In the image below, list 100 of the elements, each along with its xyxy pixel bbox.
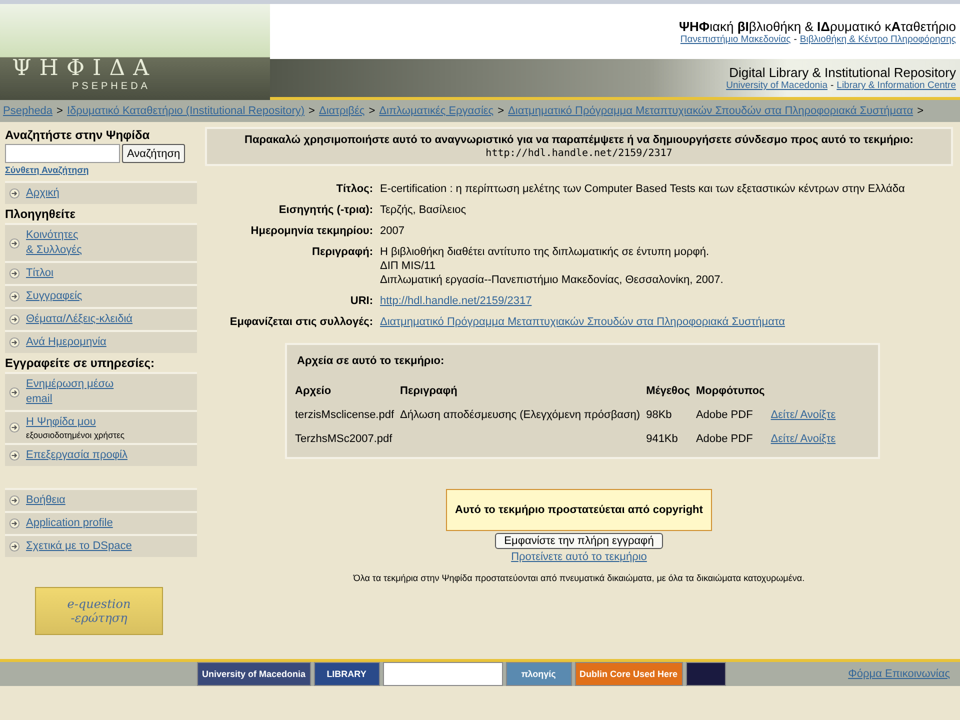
table-cell: Adobe PDF: [696, 433, 771, 457]
sidebar-item[interactable]: Ενημέρωση μέσω email: [5, 372, 197, 410]
sidebar-link[interactable]: Επεξεργασία προφίλ: [26, 448, 128, 463]
header-link[interactable]: University of Macedonia: [726, 80, 828, 91]
arrow-icon: [9, 268, 20, 279]
table-cell: terzisMsclicense.pdf: [295, 409, 400, 433]
partner-logo[interactable]: Dublin Core Used Here: [574, 662, 683, 686]
field-link[interactable]: Διατμηματικό Πρόγραμμα Μεταπτυχιακών Σπουδών στα Πληροφοριακά Συστήματα: [380, 315, 786, 329]
breadcrumb-link[interactable]: Psepheda: [3, 105, 53, 117]
sidebar-item[interactable]: Application profile: [5, 511, 197, 534]
field-value: 2007: [380, 224, 406, 238]
sidebar-link[interactable]: Ανά Ημερομηνία: [26, 335, 106, 350]
sidebar-item[interactable]: Συγγραφείς: [5, 284, 197, 307]
sidebar-heading: Πλοηγηθείτε: [5, 207, 76, 221]
open-link[interactable]: Δείτε/ Ανοίξτε: [770, 433, 836, 445]
partner-logo[interactable]: πλοηγίς: [506, 662, 572, 686]
table-cell: 941Kb: [646, 433, 696, 457]
arrow-icon: [9, 238, 20, 248]
logo-banner[interactable]: ΨΗΦΙΔΑ PSEPHEDA: [0, 4, 270, 100]
site-title: Digital Library & Institutional Repository: [729, 65, 956, 80]
site-title: ΨΗΦιακή βΙβλιοθήκη & ΙΔρυματικό κΑταθετήριο: [678, 18, 956, 34]
breadcrumb-separator: >: [498, 105, 504, 117]
recommend-link[interactable]: Προτείνετε αυτό το τεκμήριο: [511, 551, 647, 563]
sidebar-link[interactable]: Βοήθεια: [26, 493, 66, 508]
table-cell: Adobe PDF: [696, 409, 771, 433]
files-heading: Αρχεία σε αυτό το τεκμήριο:: [297, 355, 446, 367]
partner-logo[interactable]: LIBRARY: [314, 662, 380, 686]
field-link[interactable]: http://hdl.handle.net/2159/2317: [380, 294, 532, 308]
breadcrumb-link[interactable]: Ιδρυματικό Καταθετήριο (Institutional Repository): [66, 105, 305, 117]
table-cell-text: Δήλωση αποδέσμευσης (Ελεγχόμενη πρόσβαση): [400, 409, 642, 423]
arrow-icon: [9, 450, 20, 461]
arrow-icon: [9, 337, 20, 348]
sidebar-item[interactable]: Τίτλοι: [5, 261, 197, 284]
sidebar-link[interactable]: Κοινότητες & Συλλογές: [26, 228, 82, 258]
arrow-icon: [9, 495, 20, 506]
rights-text: Όλα τα τεκμήρια στην Ψηφίδα προστατεύονται από πνευματικά δικαιώματα, με όλα τα δικαιώματα κατοχυρωμένα.: [353, 573, 805, 583]
partner-logo[interactable]: [686, 662, 726, 686]
arrow-icon: [9, 422, 20, 433]
full-record-button[interactable]: Εμφανίστε την πλήρη εγγραφή: [495, 533, 663, 549]
column-header: Μέγεθος: [646, 385, 691, 399]
field-label: URI:: [349, 294, 373, 308]
contact-link[interactable]: Φόρμα Επικοινωνίας: [848, 668, 950, 680]
arrow-icon: [9, 386, 20, 398]
sidebar-item[interactable]: Ανά Ημερομηνία: [5, 330, 197, 353]
arrow-icon: [9, 518, 20, 529]
sidebar-item[interactable]: Κοινότητες & Συλλογές: [5, 223, 197, 261]
table-cell: 98Kb: [646, 409, 696, 433]
sidebar-link[interactable]: Συγγραφείς: [26, 289, 82, 304]
field-value: E-certification : η περίπτωση μελέτης των Computer Based Tests και των εξεταστικών κέντρων στην Ελλάδα: [380, 182, 906, 196]
advanced-search-link[interactable]: Σύνθετη Αναζήτηση: [5, 165, 197, 175]
sidebar-item[interactable]: Επεξεργασία προφίλ: [5, 443, 197, 466]
field-value: Διπλωματική εργασία--Πανεπιστήμιο Μακεδονίας, Θεσσαλονίκη, 2007.: [380, 273, 724, 287]
open-link[interactable]: Δείτε/ Ανοίξτε: [770, 409, 836, 421]
field-value: ΔΙΠ MIS/11: [380, 259, 436, 273]
separator: -: [830, 80, 834, 91]
breadcrumb-separator: >: [917, 105, 924, 117]
arrow-icon: [9, 188, 20, 199]
field-label: Τίτλος:: [335, 182, 373, 196]
copyright-notice: Αυτό το τεκμήριο προστατεύεται από copyright: [446, 489, 712, 531]
handle-text: Παρακαλώ χρησιμοποιήστε αυτό το αναγνωριστικό για να παραπέμψετε ή να δημιουργήσετε σύνδεσμο προς αυτό το τεκμήριο:: [244, 134, 914, 146]
breadcrumb-separator: >: [56, 105, 63, 117]
sidebar-link[interactable]: Τίτλοι: [26, 266, 54, 281]
field-label: Περιγραφή:: [311, 245, 373, 260]
column-header: Μορφότυπος: [696, 385, 766, 399]
sidebar-link[interactable]: Αρχική: [26, 186, 60, 201]
sidebar-item[interactable]: Βοήθεια: [5, 488, 197, 511]
search-button[interactable]: Αναζήτηση: [122, 144, 186, 163]
breadcrumb-link[interactable]: Διατμηματικό Πρόγραμμα Μεταπτυχιακών Σπουδών στα Πληροφοριακά Συστήματα: [508, 105, 914, 117]
table-cell-text: TerzhsMSc2007.pdf: [295, 433, 394, 447]
header-link[interactable]: Library & Information Centre: [836, 80, 956, 91]
column-header: Αρχείο: [295, 385, 332, 399]
sidebar-heading: Εγγραφείτε σε υπηρεσίες:: [5, 356, 156, 370]
sidebar-note: εξουσιοδοτημένοι χρήστες: [26, 430, 124, 440]
sidebar-link[interactable]: Application profile: [26, 516, 113, 531]
breadcrumb-link[interactable]: Διπλωματικές Εργασίες: [379, 105, 494, 117]
sidebar-heading: Αναζητήστε στην Ψηφίδα: [5, 128, 151, 142]
partner-logo[interactable]: [382, 662, 503, 686]
sidebar-link[interactable]: Η Ψηφίδα μου: [26, 415, 124, 430]
arrow-icon: [9, 314, 20, 325]
field-value: Η βιβλιοθήκη διαθέτει αντίτυπο της διπλωματικής σε έντυπη μορφή.: [380, 245, 710, 259]
header-link[interactable]: Πανεπιστήμιο Μακεδονίας: [680, 34, 791, 44]
partner-logo[interactable]: University of Macedonia: [197, 662, 311, 686]
sidebar-item[interactable]: Αρχική: [5, 181, 197, 204]
sidebar-link[interactable]: Θέματα/Λέξεις-κλειδιά: [26, 312, 133, 327]
sidebar-item[interactable]: Η Ψηφίδα μου εξουσιοδοτημένοι χρήστες: [5, 410, 197, 443]
sidebar-link[interactable]: Σχετικά με το DSpace: [26, 539, 132, 554]
breadcrumb-link[interactable]: Διατριβές: [318, 105, 365, 117]
field-value: Τερζής, Βασίλειος: [380, 203, 468, 217]
field-label: Εισηγητής (-τρια):: [278, 203, 373, 217]
sidebar-item[interactable]: Θέματα/Λέξεις-κλειδιά: [5, 307, 197, 330]
handle-url: http://hdl.handle.net/2159/2317: [484, 148, 674, 159]
sidebar-link[interactable]: Ενημέρωση μέσω email: [26, 377, 114, 407]
search-field[interactable]: [5, 144, 120, 163]
column-header: Περιγραφή: [400, 385, 458, 399]
field-label: Εμφανίζεται στις συλλογές:: [228, 315, 373, 329]
sidebar-item[interactable]: Σχετικά με το DSpace: [5, 534, 197, 557]
arrow-icon: [9, 291, 20, 302]
e-question-badge[interactable]: e-question -ερώτηση: [35, 587, 163, 635]
arrow-icon: [9, 541, 20, 552]
header-link[interactable]: Βιβλιοθήκη & Κέντρο Πληροφόρησης: [800, 34, 956, 44]
